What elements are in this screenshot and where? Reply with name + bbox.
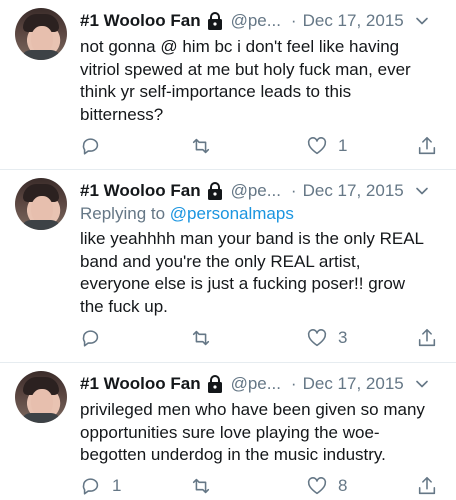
share-button[interactable] xyxy=(416,473,438,499)
tweet-text-line: think yr self-importance leads to this xyxy=(80,82,352,101)
tweet-header: #1 Wooloo Fan @pe... · Dec 17, 2015 xyxy=(80,10,450,32)
tweet-text-line: privileged men who have been given so ma… xyxy=(80,400,425,419)
avatar[interactable] xyxy=(15,8,67,60)
reply-button[interactable] xyxy=(80,325,112,351)
reply-icon xyxy=(80,327,102,349)
display-name[interactable]: #1 Wooloo Fan xyxy=(80,181,201,201)
tweet-text-line: begotten underdog in the music industry. xyxy=(80,445,386,464)
retweet-button[interactable] xyxy=(190,325,222,351)
like-count: 1 xyxy=(338,136,348,155)
heart-icon xyxy=(306,327,328,349)
retweet-button[interactable] xyxy=(190,473,222,499)
tweet-date[interactable]: Dec 17, 2015 xyxy=(303,181,404,201)
tweet-text: not gonna @ him bc i don't feel like hav… xyxy=(80,36,440,126)
share-icon xyxy=(416,327,438,349)
avatar[interactable] xyxy=(15,371,67,423)
handle[interactable]: @pe... xyxy=(231,181,281,201)
tweet-actions: 1 xyxy=(80,133,450,159)
retweet-icon xyxy=(190,135,212,157)
retweet-icon xyxy=(190,475,212,497)
reply-count: 1 xyxy=(112,476,122,495)
lock-icon xyxy=(205,181,225,201)
display-name[interactable]: #1 Wooloo Fan xyxy=(80,11,201,31)
handle[interactable]: @pe... xyxy=(231,11,281,31)
like-count: 3 xyxy=(338,328,348,347)
tweet-text-line: not gonna @ him bc i don't feel like hav… xyxy=(80,37,400,56)
display-name[interactable]: #1 Wooloo Fan xyxy=(80,374,201,394)
reply-icon xyxy=(80,135,102,157)
tweet[interactable]: #1 Wooloo Fan @pe... · Dec 17, 2015 Repl… xyxy=(0,170,456,363)
share-icon xyxy=(416,475,438,497)
tweet-actions: 1 8 xyxy=(80,473,450,499)
avatar[interactable] xyxy=(15,178,67,230)
separator-dot: · xyxy=(290,11,297,30)
lock-icon xyxy=(205,11,225,31)
like-button[interactable]: 1 xyxy=(306,133,347,159)
replying-to-mention[interactable]: @personalmaps xyxy=(170,204,294,223)
like-count: 8 xyxy=(338,476,348,495)
tweet-text-line: band and you're the only REAL artist, xyxy=(80,251,361,271)
tweet-header: #1 Wooloo Fan @pe... · Dec 17, 2015 xyxy=(80,373,450,395)
tweet[interactable]: #1 Wooloo Fan @pe... · Dec 17, 2015 not … xyxy=(0,0,456,170)
reply-icon xyxy=(80,475,102,497)
chevron-down-icon[interactable] xyxy=(414,13,430,29)
reply-button[interactable] xyxy=(80,133,112,159)
tweet-header: #1 Wooloo Fan @pe... · Dec 17, 2015 xyxy=(80,180,450,202)
chevron-down-icon[interactable] xyxy=(414,376,430,392)
retweet-icon xyxy=(190,327,212,349)
chevron-down-icon[interactable] xyxy=(414,183,430,199)
tweet-text: privileged men who have been given so ma… xyxy=(80,399,440,467)
lock-icon xyxy=(205,374,225,394)
share-button[interactable] xyxy=(416,325,438,351)
tweet-text-line: opportunities sure love playing the woe- xyxy=(80,422,380,442)
handle[interactable]: @pe... xyxy=(231,374,281,394)
tweet-date[interactable]: Dec 17, 2015 xyxy=(303,11,404,31)
heart-icon xyxy=(306,475,328,497)
tweet-actions: 3 xyxy=(80,325,450,351)
separator-dot: · xyxy=(290,181,297,200)
tweet-text: like yeahhhh man your band is the only R… xyxy=(80,228,440,318)
tweet-date[interactable]: Dec 17, 2015 xyxy=(303,374,404,394)
separator-dot: · xyxy=(290,374,297,393)
retweet-button[interactable] xyxy=(190,133,222,159)
like-button[interactable]: 8 xyxy=(306,473,347,499)
reply-button[interactable]: 1 xyxy=(80,473,121,499)
heart-icon xyxy=(306,135,328,157)
tweet-text-line: vitriol spewed at me but holy fuck man, … xyxy=(80,59,411,79)
tweet-text-line: bitterness? xyxy=(80,104,164,124)
tweet-text-line: the fuck up. xyxy=(80,296,168,316)
replying-to: Replying to @personalmaps xyxy=(80,204,294,224)
replying-to-label: Replying to xyxy=(80,204,170,223)
tweet-text-line: everyone else is just a fucking poser!! … xyxy=(80,274,406,293)
tweet[interactable]: #1 Wooloo Fan @pe... · Dec 17, 2015 priv… xyxy=(0,363,456,500)
tweet-timeline: #1 Wooloo Fan @pe... · Dec 17, 2015 not … xyxy=(0,0,456,500)
share-icon xyxy=(416,135,438,157)
share-button[interactable] xyxy=(416,133,438,159)
tweet-text-line: like yeahhhh man your band is the only R… xyxy=(80,229,424,248)
like-button[interactable]: 3 xyxy=(306,325,347,351)
